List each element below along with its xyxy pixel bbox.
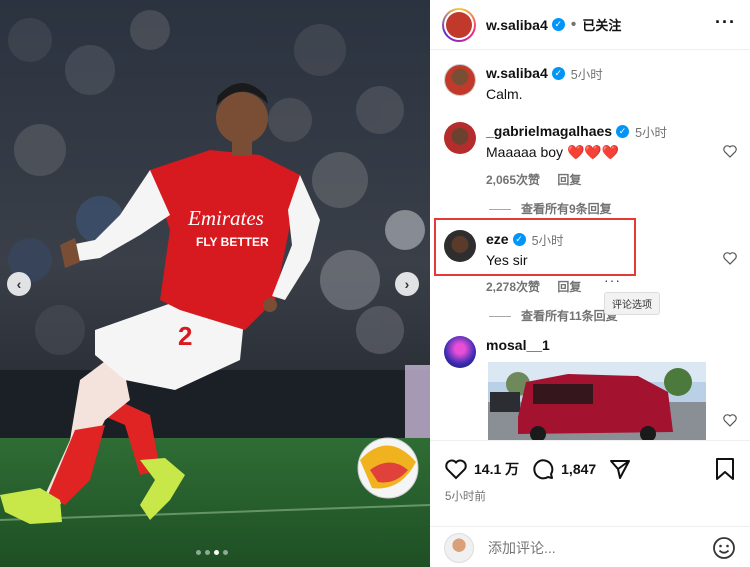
comment-count[interactable]: 1,847: [561, 461, 596, 477]
view-replies-link[interactable]: 查看所有9条回复: [521, 200, 612, 217]
reply-button[interactable]: 回复: [557, 280, 581, 294]
shirt-slogan: FLY BETTER: [196, 235, 269, 249]
more-horizontal-icon[interactable]: ···: [715, 12, 736, 33]
commenter-avatar[interactable]: [444, 336, 476, 368]
verified-badge-icon: ✓: [616, 124, 630, 138]
caption-avatar[interactable]: [444, 64, 476, 96]
comment-like-count[interactable]: 2,278次赞: [486, 280, 540, 294]
comment-photo-car[interactable]: [488, 362, 706, 440]
author-avatar[interactable]: [442, 7, 476, 42]
post-caption: w.saliba4 ✓ 5小时 Calm.: [444, 64, 603, 102]
add-comment-input[interactable]: [488, 539, 698, 556]
author-username[interactable]: w.saliba4: [486, 17, 548, 33]
commenter-avatar[interactable]: [444, 122, 476, 154]
emoji-picker-icon[interactable]: [712, 536, 736, 560]
comment-item: _gabrielmagalhaes ✓ 5小时 Maaaaa boy ❤️❤️❤…: [444, 122, 667, 188]
carousel-indicator: [196, 550, 228, 555]
player-photo: 2 Emirates FLY BETTER: [0, 0, 430, 567]
caption-time: 5小时: [570, 67, 603, 82]
comment-bubble-icon[interactable]: [531, 457, 555, 481]
post-time-ago: 5小时前: [445, 491, 486, 503]
caption-body: w.saliba4 ✓ 5小时 Calm.: [486, 64, 603, 102]
caption-text: Calm.: [486, 86, 523, 102]
reply-button[interactable]: 回复: [557, 173, 581, 187]
comment-like-heart-icon[interactable]: [722, 250, 738, 266]
caption-username[interactable]: w.saliba4: [486, 65, 548, 81]
comment-options-tooltip: 评论选项: [604, 292, 660, 315]
comment-like-heart-icon[interactable]: [722, 412, 738, 428]
comment-like-count[interactable]: 2,065次赞: [486, 173, 540, 187]
commenter-username[interactable]: mosal__1: [486, 337, 550, 353]
carousel-dot: [205, 550, 210, 555]
post-detail-panel: w.saliba4 ✓ • 已关注 ··· w.saliba4 ✓ 5小时 Ca…: [430, 0, 750, 567]
like-heart-icon[interactable]: [444, 457, 468, 481]
separator-dot: •: [570, 15, 577, 33]
share-send-icon[interactable]: [608, 457, 632, 481]
shirt-sponsor: Emirates: [187, 206, 264, 230]
verified-badge-icon: ✓: [551, 18, 565, 31]
add-comment-bar: [430, 526, 750, 567]
previous-image-button[interactable]: ‹: [7, 272, 31, 296]
next-image-button[interactable]: ›: [395, 272, 419, 296]
comment-like-heart-icon[interactable]: [722, 143, 738, 159]
current-user-avatar[interactable]: [444, 532, 474, 563]
football: [357, 437, 419, 499]
comment-highlight-box: [434, 218, 636, 276]
follow-status-button[interactable]: 已关注: [582, 15, 621, 34]
comment-options-icon[interactable]: ···: [604, 272, 621, 288]
shorts-number: 2: [178, 321, 192, 351]
post-header: w.saliba4 ✓ • 已关注 ···: [430, 0, 750, 50]
carousel-dot: [223, 550, 228, 555]
bookmark-save-icon[interactable]: [714, 457, 736, 481]
verified-badge-icon: ✓: [551, 66, 565, 80]
comment-time: 5小时: [635, 125, 668, 140]
carousel-dot-active: [214, 550, 219, 555]
post-photo: 2 Emirates FLY BETTER ‹ ›: [0, 0, 430, 567]
comment-text: Maaaaa boy ❤️❤️❤️: [486, 144, 620, 160]
carousel-dot: [196, 550, 201, 555]
post-actions: 14.1 万 1,847 5小时前: [430, 440, 750, 567]
commenter-username[interactable]: _gabrielmagalhaes: [486, 123, 612, 139]
like-count[interactable]: 14.1 万: [474, 459, 519, 479]
